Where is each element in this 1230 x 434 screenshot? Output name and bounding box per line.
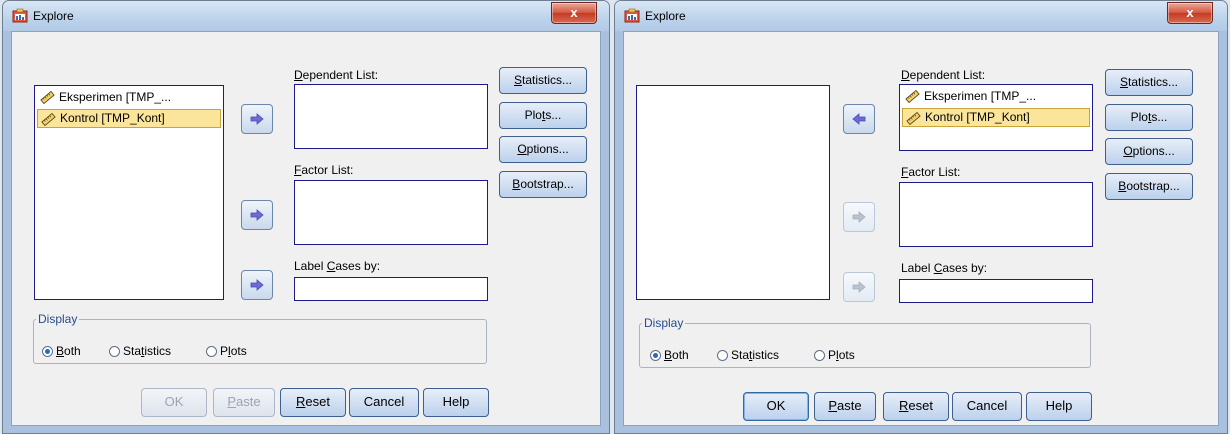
explore-dialog-left: Explore x Eksperimen [TMP_... Kontrol [T…	[2, 0, 610, 434]
close-icon: x	[1186, 5, 1194, 20]
radio-unchecked-icon	[717, 349, 728, 361]
move-to-label-cases-button[interactable]	[241, 270, 273, 300]
paste-button[interactable]: Paste	[814, 392, 876, 421]
window-title: Explore	[645, 9, 686, 23]
display-group: Display	[33, 312, 487, 364]
arrow-left-icon	[851, 111, 867, 127]
ruler-icon	[40, 90, 55, 105]
help-button[interactable]: Help	[423, 388, 489, 417]
close-icon: x	[570, 5, 578, 20]
display-statistics-radio[interactable]: Sta t istics	[717, 348, 779, 362]
label-cases-field[interactable]	[899, 279, 1093, 303]
ruler-icon	[906, 111, 921, 126]
statistics-button[interactable]: Statistics...	[1105, 69, 1193, 96]
move-to-factor-button[interactable]	[241, 200, 273, 230]
ruler-icon	[41, 112, 56, 127]
source-variable-list[interactable]	[636, 85, 830, 300]
move-to-dependent-button[interactable]	[241, 104, 273, 134]
ok-button[interactable]: OK	[141, 388, 207, 417]
dependent-list[interactable]: Eksperimen [TMP_... Kontrol [TMP_Kont]	[899, 84, 1093, 151]
bootstrap-button[interactable]: Bootstrap...	[1105, 173, 1193, 200]
factor-list[interactable]	[294, 180, 488, 245]
variable-item-selected[interactable]: Kontrol [TMP_Kont]	[37, 109, 221, 128]
dialog-body: Eksperimen [TMP_... Kontrol [TMP_Kont] D…	[11, 31, 601, 426]
dependent-list-label: Dependent List:	[901, 68, 986, 82]
plots-button[interactable]: Plots...	[499, 102, 587, 129]
arrow-right-icon	[851, 209, 867, 225]
move-back-to-source-button[interactable]	[843, 104, 875, 134]
factor-list[interactable]	[899, 182, 1093, 247]
spss-app-icon	[624, 8, 640, 24]
move-to-label-cases-button[interactable]	[843, 272, 875, 302]
display-statistics-radio[interactable]: Sta t istics	[109, 344, 171, 358]
radio-checked-icon	[650, 349, 661, 361]
display-group: Display	[639, 316, 1091, 368]
radio-checked-icon	[42, 345, 53, 357]
cancel-button[interactable]: Cancel	[349, 388, 419, 417]
label-cases-field[interactable]	[294, 277, 488, 301]
explore-dialog-right: Explore x Dependent List: Eksperimen [TM…	[614, 0, 1228, 434]
ok-button[interactable]: OK	[743, 392, 809, 421]
arrow-right-icon	[851, 279, 867, 295]
title-bar: Explore x	[615, 1, 1227, 31]
statistics-button[interactable]: Statistics...	[499, 67, 587, 94]
variable-item[interactable]: Eksperimen [TMP_...	[902, 87, 1090, 106]
display-both-radio[interactable]: Both	[42, 344, 81, 358]
display-plots-radio[interactable]: Pl ots	[206, 344, 247, 358]
options-button[interactable]: Options...	[499, 136, 587, 163]
options-button[interactable]: Options...	[1105, 138, 1193, 165]
window-title: Explore	[33, 9, 74, 23]
reset-button[interactable]: Reset	[280, 388, 346, 417]
arrow-right-icon	[249, 111, 265, 127]
bootstrap-button[interactable]: Bootstrap...	[499, 171, 587, 198]
dependent-list[interactable]	[294, 84, 488, 149]
plots-button[interactable]: Plots...	[1105, 104, 1193, 131]
display-legend: Display	[644, 316, 684, 330]
radio-unchecked-icon	[206, 345, 217, 357]
variable-item[interactable]: Eksperimen [TMP_...	[37, 88, 221, 107]
factor-list-label: Factor List:	[294, 163, 354, 177]
source-variable-list[interactable]: Eksperimen [TMP_... Kontrol [TMP_Kont]	[34, 85, 224, 300]
display-legend: Display	[38, 312, 78, 326]
cancel-button[interactable]: Cancel	[952, 392, 1022, 421]
dialog-body: Dependent List: Eksperimen [TMP_... Kont…	[623, 31, 1219, 426]
dependent-list-label: Dependent List:	[294, 68, 379, 82]
display-plots-radio[interactable]: Pl ots	[814, 348, 855, 362]
move-to-factor-button[interactable]	[843, 202, 875, 232]
spss-app-icon	[12, 8, 28, 24]
label-cases-label: Label Cases by:	[901, 261, 988, 275]
title-bar: Explore x	[3, 1, 609, 31]
radio-unchecked-icon	[109, 345, 120, 357]
paste-button[interactable]: Paste	[213, 388, 275, 417]
display-both-radio[interactable]: Both	[650, 348, 689, 362]
variable-item-selected[interactable]: Kontrol [TMP_Kont]	[902, 108, 1090, 127]
radio-unchecked-icon	[814, 349, 825, 361]
close-button[interactable]: x	[1167, 2, 1213, 24]
factor-list-label: Factor List:	[901, 165, 961, 179]
ruler-icon	[905, 89, 920, 104]
arrow-right-icon	[249, 277, 265, 293]
close-button[interactable]: x	[551, 2, 597, 24]
label-cases-label: Label Cases by:	[294, 259, 381, 273]
help-button[interactable]: Help	[1026, 392, 1092, 421]
reset-button[interactable]: Reset	[883, 392, 949, 421]
arrow-right-icon	[249, 207, 265, 223]
